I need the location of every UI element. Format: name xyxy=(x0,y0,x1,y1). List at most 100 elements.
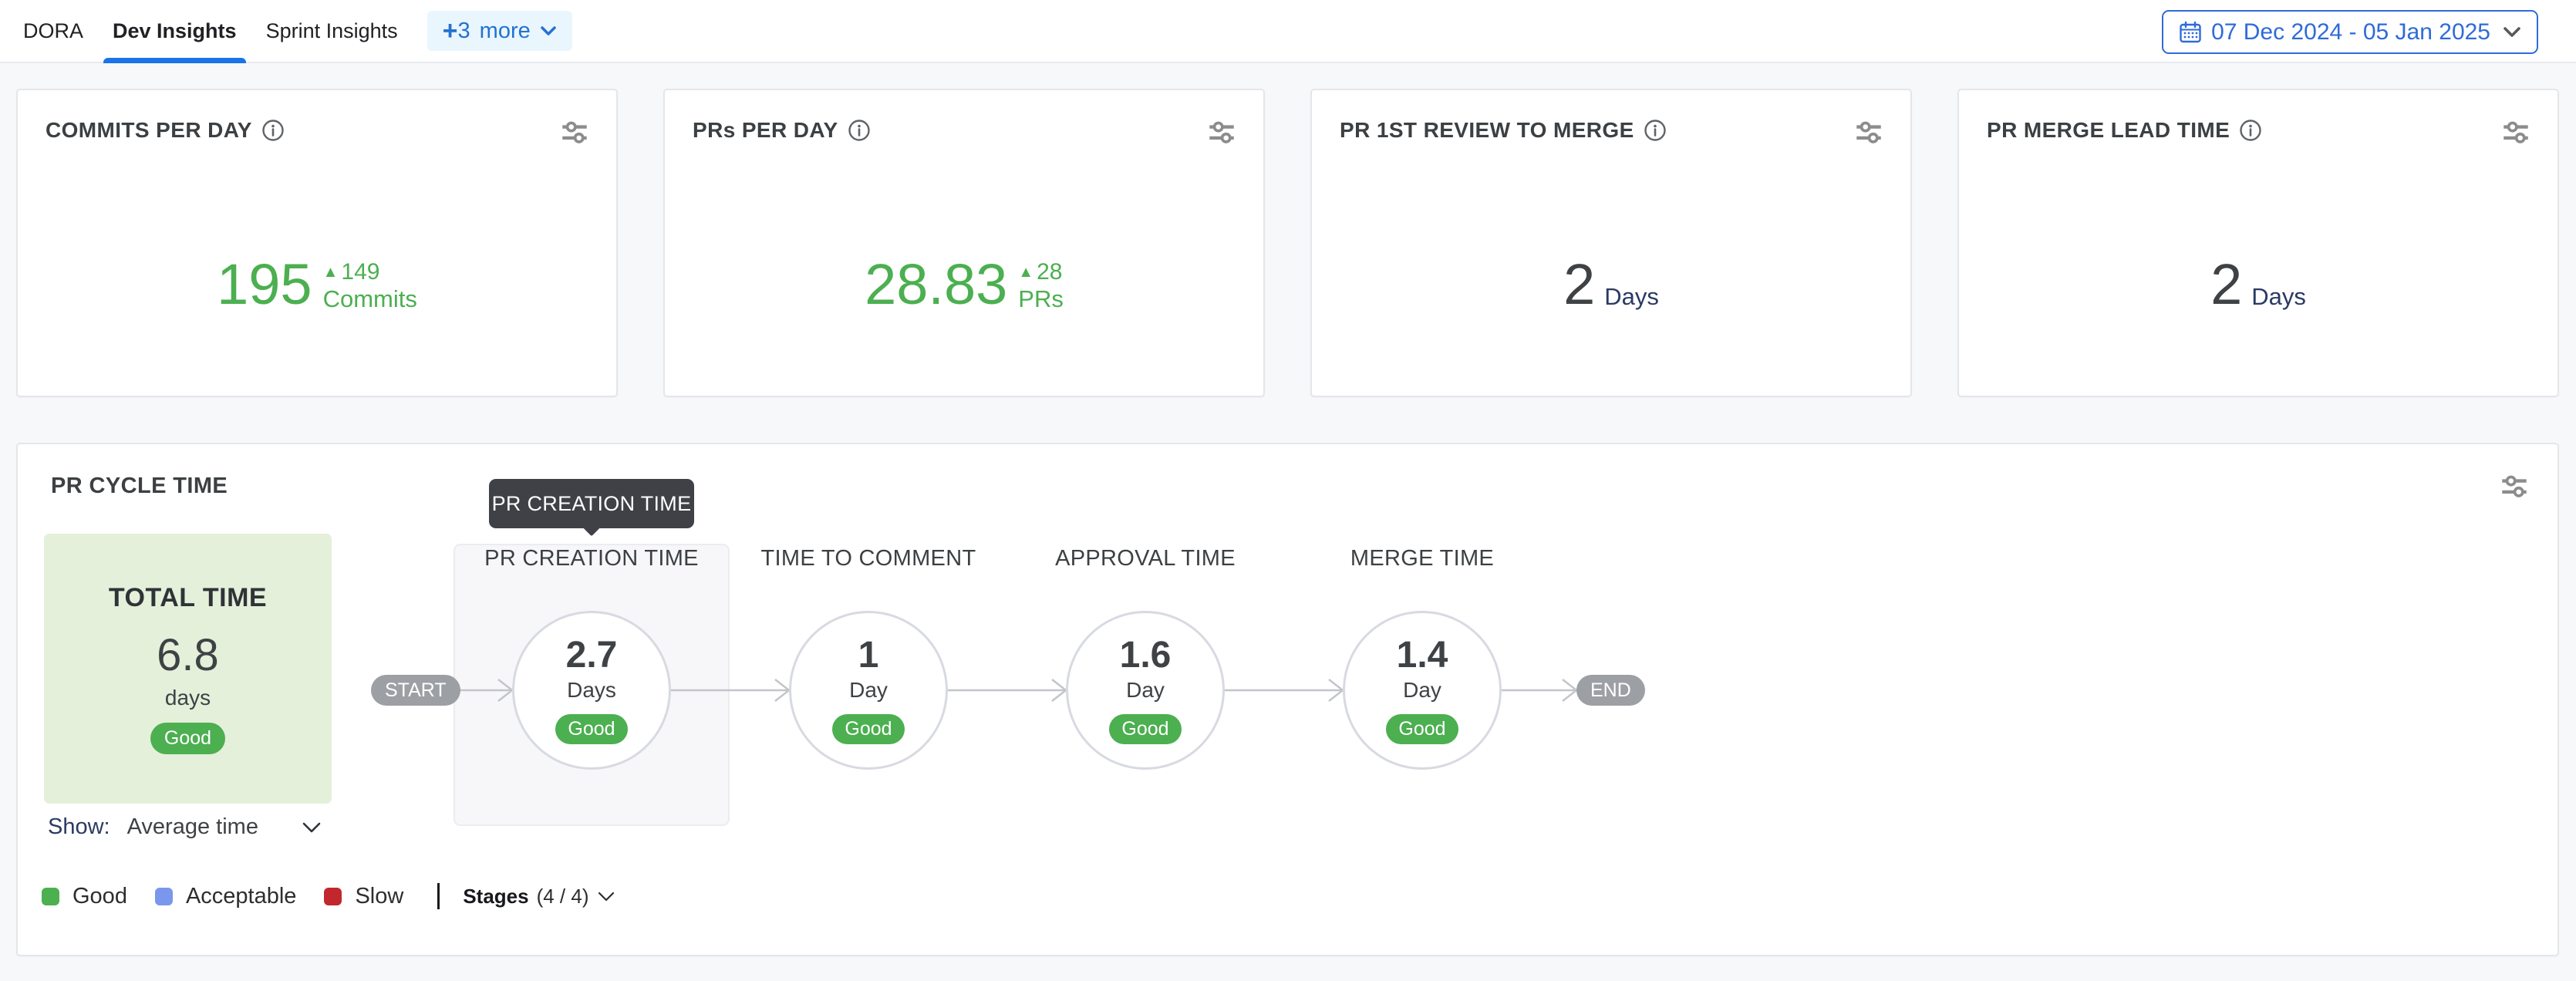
connector-arrow xyxy=(948,676,1067,704)
card-settings-sliders-icon[interactable] xyxy=(1853,116,1884,147)
show-value: Average time xyxy=(127,814,258,840)
card-header: PR MERGE LEAD TIME xyxy=(1959,90,2557,143)
status-badge: Good xyxy=(832,714,904,744)
metric-value-block: 28.83 ▲ 28 PRs xyxy=(665,256,1263,313)
panel-title: PR CYCLE TIME xyxy=(51,474,228,499)
legend-label: Good xyxy=(72,884,127,909)
metric-value-block: 2 Days xyxy=(1959,256,2557,313)
status-badge: Good xyxy=(555,714,627,744)
status-badge: Good xyxy=(1109,714,1181,744)
metric-value-block: 195 ▲ 149 Commits xyxy=(18,256,616,313)
stages-filter-count: (4 / 4) xyxy=(537,885,589,909)
good-swatch xyxy=(42,888,59,905)
tab-label: Dev Insights xyxy=(113,19,237,43)
tab-label: DORA xyxy=(23,19,83,43)
stage-title-approval-time: APPROVAL TIME xyxy=(1055,546,1236,571)
info-icon[interactable] xyxy=(1644,119,1667,142)
show-label: Show: xyxy=(48,814,110,840)
more-count: 3 xyxy=(458,19,470,44)
card-pr-first-review-to-merge: PR 1ST REVIEW TO MERGE 2 Days xyxy=(1310,89,1912,397)
stage-value: 1.6 xyxy=(1120,636,1172,675)
connector-arrow xyxy=(1502,676,1578,704)
tab-dev-insights[interactable]: Dev Insights xyxy=(113,0,237,62)
stage-circle-time-to-comment[interactable]: 1 Day Good xyxy=(789,611,948,770)
card-settings-sliders-icon[interactable] xyxy=(1206,116,1237,147)
flow-end-label: END xyxy=(1590,679,1631,702)
plus-icon: + xyxy=(443,18,458,44)
dashboard-tabs: DORA Dev Insights Sprint Insights + 3 mo… xyxy=(0,0,572,62)
legend-divider xyxy=(437,883,440,909)
arrow-up-icon: ▲ xyxy=(323,265,339,280)
stage-title-pr-creation-time: PR CREATION TIME xyxy=(484,546,699,571)
status-legend: Good Acceptable Slow Stages (4 / 4) xyxy=(42,881,615,912)
calendar-icon xyxy=(2179,21,2202,44)
connector-arrow xyxy=(1225,676,1344,704)
stage-unit: Day xyxy=(849,678,888,703)
stage-circle-approval-time[interactable]: 1.6 Day Good xyxy=(1066,611,1225,770)
metric-value: 195 xyxy=(217,256,312,313)
stage-value: 1.4 xyxy=(1397,636,1448,675)
chevron-down-icon xyxy=(2503,26,2521,38)
show-dropdown[interactable]: Show: Average time xyxy=(48,814,322,840)
arrow-up-icon: ▲ xyxy=(1018,265,1033,280)
stage-title-merge-time: MERGE TIME xyxy=(1350,546,1494,571)
metric-side-labels: ▲ 28 PRs xyxy=(1018,259,1064,313)
top-navbar: DORA Dev Insights Sprint Insights + 3 mo… xyxy=(0,0,2576,63)
delta-value: 28 xyxy=(1037,259,1062,286)
metric-unit: Days xyxy=(1604,282,1659,311)
flow-start-pill: START xyxy=(371,675,460,706)
legend-item-acceptable: Acceptable xyxy=(155,884,297,909)
info-icon[interactable] xyxy=(2239,119,2262,142)
date-range-picker[interactable]: 07 Dec 2024 - 05 Jan 2025 xyxy=(2162,10,2538,54)
legend-label: Slow xyxy=(355,884,403,909)
metric-unit: Commits xyxy=(323,285,417,313)
stage-value: 2.7 xyxy=(566,636,618,675)
stage-circle-merge-time[interactable]: 1.4 Day Good xyxy=(1343,611,1502,770)
stage-tooltip: PR CREATION TIME xyxy=(489,479,694,528)
metric-unit: Days xyxy=(2251,282,2306,311)
card-title: PR 1ST REVIEW TO MERGE xyxy=(1340,118,1634,143)
card-title: PRs PER DAY xyxy=(693,118,838,143)
stages-filter-label: Stages xyxy=(463,885,528,909)
stage-circle-pr-creation-time[interactable]: 2.7 Days Good xyxy=(512,611,671,770)
flow-start-label: START xyxy=(385,679,447,702)
total-time-label: TOTAL TIME xyxy=(109,583,267,613)
card-commits-per-day: COMMITS PER DAY 195 ▲ 149 Commits xyxy=(16,89,618,397)
acceptable-swatch xyxy=(155,888,173,905)
date-range-value: 07 Dec 2024 - 05 Jan 2025 xyxy=(2211,19,2490,46)
connector-arrow xyxy=(671,676,791,704)
info-icon[interactable] xyxy=(848,119,871,142)
status-badge: Good xyxy=(150,723,225,754)
tab-dora[interactable]: DORA xyxy=(23,0,83,62)
card-header: PRs PER DAY xyxy=(665,90,1263,143)
legend-label: Acceptable xyxy=(186,884,297,909)
card-settings-sliders-icon[interactable] xyxy=(2500,116,2531,147)
stage-tooltip-label: PR CREATION TIME xyxy=(492,492,692,516)
stages-filter-dropdown[interactable]: Stages (4 / 4) xyxy=(463,885,615,909)
legend-item-good: Good xyxy=(42,884,127,909)
legend-item-slow: Slow xyxy=(324,884,403,909)
metric-side-labels: ▲ 149 Commits xyxy=(323,259,417,313)
pr-cycle-time-panel: PR CYCLE TIME TOTAL TIME 6.8 days Good S… xyxy=(16,443,2559,956)
total-time-value: 6.8 xyxy=(157,633,219,678)
stage-unit: Days xyxy=(567,678,616,703)
chevron-down-icon xyxy=(302,821,322,834)
metric-value-block: 2 Days xyxy=(1312,256,1910,313)
delta-line: ▲ 149 xyxy=(323,259,380,286)
stage-title-time-to-comment: TIME TO COMMENT xyxy=(761,546,976,571)
tab-sprint-insights[interactable]: Sprint Insights xyxy=(266,0,398,62)
metric-value: 28.83 xyxy=(865,256,1007,313)
card-settings-sliders-icon[interactable] xyxy=(559,116,590,147)
tab-label: Sprint Insights xyxy=(266,19,398,43)
panel-settings-sliders-icon[interactable] xyxy=(2499,470,2530,501)
delta-line: ▲ 28 xyxy=(1018,259,1062,286)
card-title: COMMITS PER DAY xyxy=(46,118,252,143)
card-header: COMMITS PER DAY xyxy=(18,90,616,143)
more-label: more xyxy=(480,19,531,44)
stage-unit: Day xyxy=(1403,678,1441,703)
card-title: PR MERGE LEAD TIME xyxy=(1987,118,2230,143)
total-time-unit: days xyxy=(165,686,211,710)
info-icon[interactable] xyxy=(261,119,285,142)
more-tabs-dropdown[interactable]: + 3 more xyxy=(427,11,572,51)
flow-end-pill: END xyxy=(1576,675,1645,706)
